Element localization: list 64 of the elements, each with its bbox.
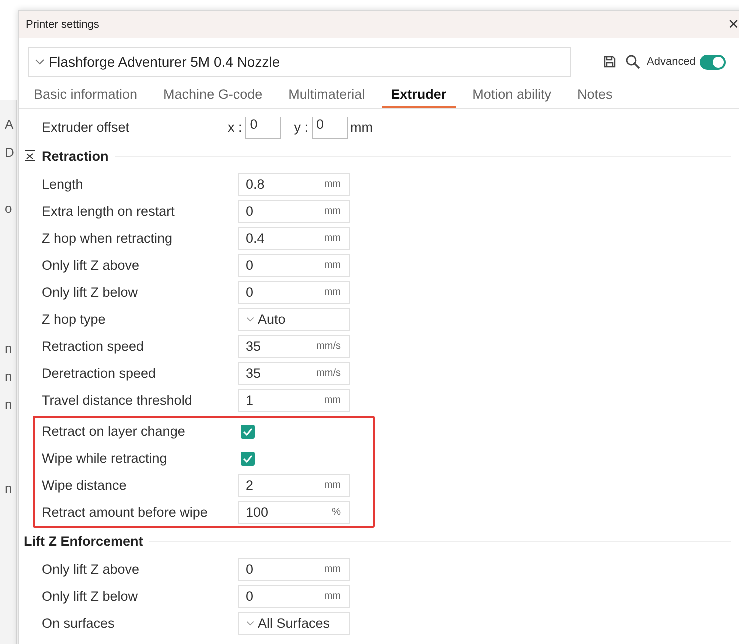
setting-label: Extruder offset bbox=[42, 120, 131, 135]
y-label: y : bbox=[294, 120, 308, 135]
setting-label: Only lift Z above bbox=[42, 562, 141, 577]
setting-label: Deretraction speed bbox=[42, 366, 158, 381]
tab[interactable]: Extruder bbox=[382, 83, 456, 108]
collapse-icon[interactable] bbox=[24, 150, 36, 162]
window-text-fragment: D bbox=[5, 145, 14, 160]
preset-dropdown[interactable]: Flashforge Adventurer 5M 0.4 Nozzle bbox=[28, 47, 571, 77]
input-field[interactable]: 0 mm bbox=[238, 281, 350, 304]
checkbox[interactable] bbox=[241, 452, 255, 466]
window-text-fragment: n bbox=[5, 481, 12, 496]
dropdown[interactable]: All Surfaces bbox=[238, 612, 350, 635]
setting-label: Length bbox=[42, 177, 84, 192]
search-icon[interactable] bbox=[625, 54, 641, 70]
setting-label: Wipe while retracting bbox=[42, 451, 168, 466]
input-field[interactable]: 1 mm bbox=[238, 389, 350, 412]
tab[interactable]: Multimaterial bbox=[280, 83, 374, 108]
x-label: x : bbox=[228, 120, 242, 135]
input-field[interactable]: 0.8 mm bbox=[238, 173, 350, 196]
setting-label: On surfaces bbox=[42, 616, 116, 631]
window-text-fragment: o bbox=[5, 201, 12, 216]
input-field[interactable]: 0 mm bbox=[238, 558, 350, 581]
y-input-field[interactable]: 0 bbox=[312, 116, 348, 138]
advanced-toggle[interactable] bbox=[700, 54, 726, 70]
x-input-field[interactable]: 0 bbox=[245, 116, 282, 138]
input-field[interactable]: 0 mm bbox=[238, 254, 350, 277]
section-title: Lift Z Enforcement bbox=[24, 534, 144, 548]
window-text-fragment: n bbox=[5, 369, 12, 384]
window-text-fragment: n bbox=[5, 341, 12, 356]
setting-label: Retract amount before wipe bbox=[42, 505, 209, 520]
input-field[interactable]: 2 mm bbox=[238, 474, 350, 497]
checkbox[interactable] bbox=[241, 424, 255, 438]
tab[interactable]: Basic information bbox=[25, 83, 147, 108]
window-text-fragment: n bbox=[5, 397, 12, 412]
setting-label: Extra length on restart bbox=[42, 204, 176, 219]
tab[interactable]: Machine G-code bbox=[154, 83, 272, 108]
setting-label: Only lift Z below bbox=[42, 589, 140, 604]
section-title: Retraction bbox=[42, 148, 109, 164]
close-button[interactable]: × bbox=[726, 14, 739, 34]
chevron-icon bbox=[246, 621, 255, 626]
unit-label: mm bbox=[350, 120, 373, 135]
setting-label: Only lift Z below bbox=[42, 285, 140, 300]
setting-label: Only lift Z above bbox=[42, 258, 141, 273]
input-field[interactable]: 0 mm bbox=[238, 200, 350, 223]
setting-label: Z hop type bbox=[42, 312, 107, 327]
input-field[interactable]: 35 mm/s bbox=[238, 335, 350, 358]
window-text-fragment: A bbox=[5, 117, 14, 132]
setting-label: Retraction speed bbox=[42, 339, 146, 354]
setting-label: Travel distance threshold bbox=[42, 393, 194, 408]
chevron-icon bbox=[35, 59, 45, 65]
tab[interactable]: Motion ability bbox=[464, 83, 560, 108]
input-field[interactable]: 35 mm/s bbox=[238, 362, 350, 385]
advanced-label: Advanced bbox=[647, 56, 696, 68]
save-icon[interactable] bbox=[603, 55, 617, 69]
chevron-icon bbox=[246, 317, 255, 322]
input-field[interactable]: 100 % bbox=[238, 501, 350, 524]
dropdown[interactable]: Auto bbox=[238, 308, 350, 331]
setting-label: Z hop when retracting bbox=[42, 231, 174, 246]
window-title: Printer settings bbox=[26, 18, 100, 30]
setting-label: Retract on layer change bbox=[42, 424, 186, 439]
input-field[interactable]: 0 mm bbox=[238, 585, 350, 608]
tab[interactable]: Notes bbox=[568, 83, 622, 108]
input-field[interactable]: 0.4 mm bbox=[238, 227, 350, 250]
setting-label: Wipe distance bbox=[42, 478, 128, 493]
